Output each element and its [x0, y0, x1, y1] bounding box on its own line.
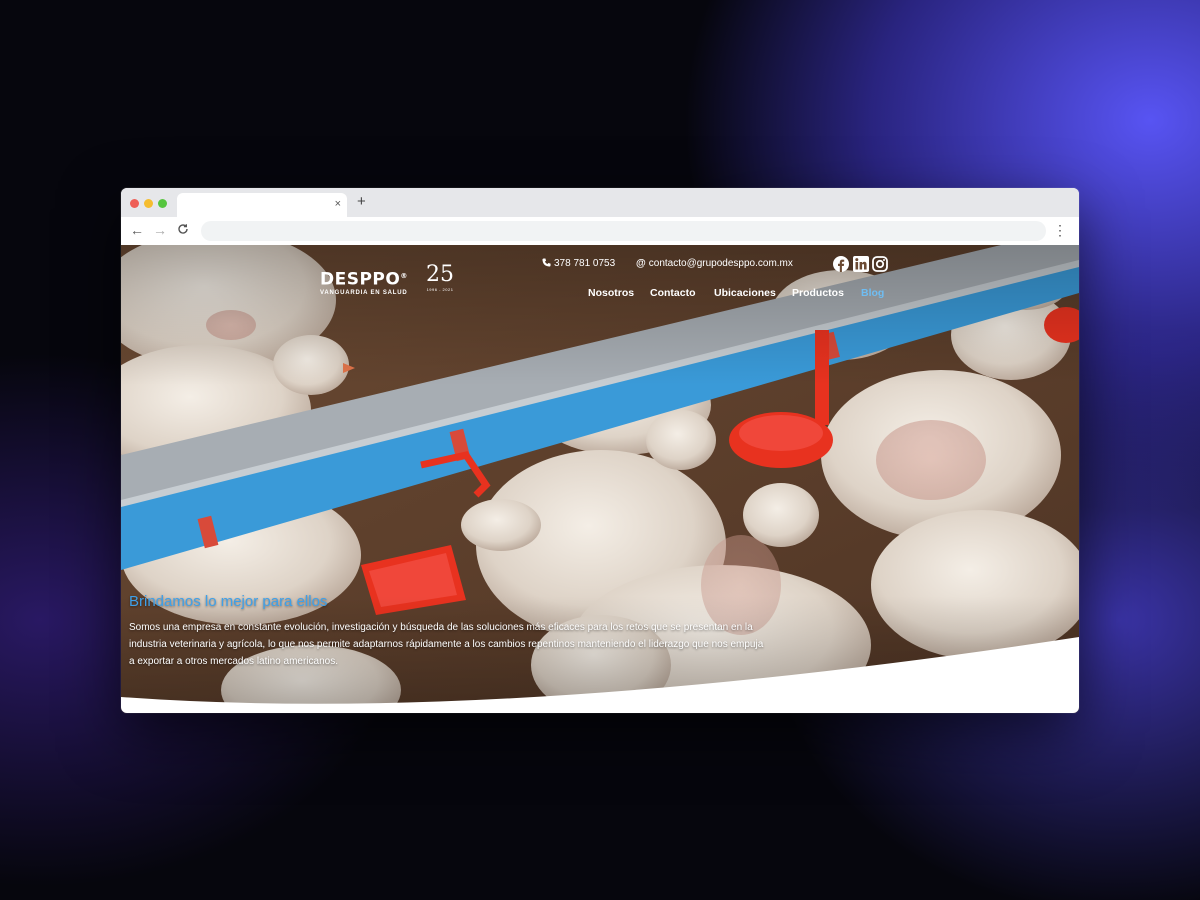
logo-name: DESPPO [320, 269, 401, 290]
nav-contacto[interactable]: Contacto [650, 287, 696, 299]
back-button[interactable]: ← [130, 222, 144, 238]
phone-icon [542, 258, 551, 267]
phone-link[interactable]: 378 781 0753 [542, 258, 615, 270]
instagram-icon[interactable] [872, 256, 888, 272]
browser-window: × + ← → ⋮ DESPPO® VANGUARDIA EN SALUD 25… [121, 188, 1079, 713]
url-input[interactable] [201, 221, 1046, 241]
browser-menu-button[interactable]: ⋮ [1053, 222, 1067, 238]
nav-productos[interactable]: Productos [792, 287, 844, 299]
nav-ubicaciones[interactable]: Ubicaciones [714, 287, 776, 299]
reload-icon [178, 224, 188, 234]
registered-mark: ® [400, 272, 408, 280]
anniversary-years: 1996 - 2021 [426, 287, 454, 292]
hero-section: DESPPO® VANGUARDIA EN SALUD 25 1996 - 20… [121, 245, 1079, 713]
tab-close-icon[interactable]: × [335, 197, 341, 211]
hero-headline: Brindamos lo mejor para ellos [129, 593, 328, 610]
tab-bar: × + [121, 188, 1079, 217]
new-tab-button[interactable]: + [357, 194, 366, 210]
maximize-window-button[interactable] [158, 199, 167, 208]
browser-tab[interactable]: × [177, 193, 347, 217]
nav-blog[interactable]: Blog [861, 287, 884, 299]
reload-button[interactable] [177, 222, 189, 238]
logo-tagline: VANGUARDIA EN SALUD [320, 289, 408, 296]
email-link[interactable]: @ contacto@grupodesppo.com.mx [636, 258, 793, 270]
anniversary-number: 25 [426, 262, 454, 287]
forward-button[interactable]: → [153, 222, 167, 238]
anniversary-logo: 25 1996 - 2021 [423, 263, 457, 293]
at-icon: @ [636, 258, 646, 269]
desppo-logo[interactable]: DESPPO® VANGUARDIA EN SALUD [320, 267, 408, 297]
address-bar: ← → ⋮ [121, 217, 1079, 246]
email-address: contacto@grupodesppo.com.mx [648, 258, 793, 269]
linkedin-icon[interactable] [853, 256, 869, 272]
nav-nosotros[interactable]: Nosotros [588, 287, 634, 299]
minimize-window-button[interactable] [144, 199, 153, 208]
facebook-icon[interactable] [833, 256, 849, 272]
close-window-button[interactable] [130, 199, 139, 208]
phone-number: 378 781 0753 [554, 258, 616, 269]
hero-description: Somos una empresa en constante evolución… [129, 622, 764, 667]
